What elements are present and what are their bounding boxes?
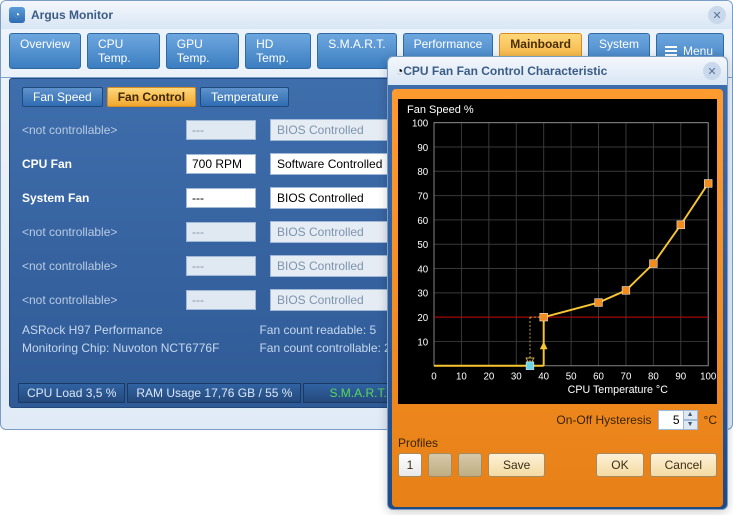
chart-svg: 10 20 30 40 50 60 70 80 90 100 0 10 20 30 40 50 60 70 80 90… bbox=[399, 100, 716, 403]
fan-label: CPU Fan bbox=[22, 157, 172, 171]
dialog-title: CPU Fan Fan Control Characteristic bbox=[403, 64, 607, 78]
svg-text:20: 20 bbox=[483, 371, 494, 382]
svg-text:60: 60 bbox=[417, 216, 428, 227]
app-icon: ◔ bbox=[9, 7, 25, 23]
spinner-down-icon[interactable]: ▼ bbox=[684, 420, 698, 430]
dialog-icon: ◔ bbox=[396, 64, 403, 78]
fan-curve-dialog: ◔ CPU Fan Fan Control Characteristic ✕ F… bbox=[387, 56, 728, 510]
fan-rpm: --- bbox=[186, 290, 256, 310]
fan-rpm: --- bbox=[186, 188, 256, 208]
tab-hd-temp-[interactable]: HD Temp. bbox=[245, 33, 311, 69]
fan-rpm: --- bbox=[186, 222, 256, 242]
svg-text:10: 10 bbox=[456, 371, 467, 382]
subtab-temperature[interactable]: Temperature bbox=[200, 87, 289, 107]
svg-text:80: 80 bbox=[648, 371, 659, 382]
fan-label: <not controllable> bbox=[22, 293, 172, 307]
status-cpu: CPU Load 3,5 % bbox=[18, 383, 125, 403]
fan-label: <not controllable> bbox=[22, 123, 172, 137]
svg-text:60: 60 bbox=[593, 371, 604, 382]
svg-text:20: 20 bbox=[417, 313, 428, 324]
fan-rpm: --- bbox=[186, 256, 256, 276]
board-info: ASRock H97 Performance bbox=[22, 323, 219, 337]
app-title: Argus Monitor bbox=[31, 8, 113, 22]
dialog-button-row: 1 Save OK Cancel bbox=[398, 453, 717, 477]
tab-overview[interactable]: Overview bbox=[9, 33, 81, 69]
svg-text:0: 0 bbox=[431, 371, 437, 382]
hysteresis-row: On-Off Hysteresis ▲ ▼ °C bbox=[398, 410, 717, 430]
dialog-close-icon[interactable]: ✕ bbox=[703, 62, 721, 80]
svg-text:40: 40 bbox=[538, 371, 549, 382]
fan-label: <not controllable> bbox=[22, 225, 172, 239]
svg-text:50: 50 bbox=[566, 371, 577, 382]
hysteresis-spinner[interactable]: ▲ ▼ bbox=[658, 410, 698, 430]
subtab-fan-control[interactable]: Fan Control bbox=[107, 87, 196, 107]
profile-3-button[interactable] bbox=[458, 453, 482, 477]
fan-label: System Fan bbox=[22, 191, 172, 205]
status-ram: RAM Usage 17,76 GB / 55 % bbox=[127, 383, 301, 403]
svg-text:40: 40 bbox=[417, 264, 428, 275]
chip-info: Monitoring Chip: Nuvoton NCT6776F bbox=[22, 341, 219, 355]
fan-label: <not controllable> bbox=[22, 259, 172, 273]
titlebar: ◔ Argus Monitor ✕ bbox=[1, 1, 732, 29]
hysteresis-unit: °C bbox=[704, 413, 717, 427]
spinner-up-icon[interactable]: ▲ bbox=[684, 410, 698, 420]
svg-text:CPU Temperature °C: CPU Temperature °C bbox=[568, 384, 669, 396]
close-icon[interactable]: ✕ bbox=[708, 6, 726, 24]
svg-text:100: 100 bbox=[700, 371, 716, 382]
svg-text:70: 70 bbox=[621, 371, 632, 382]
fan-readable: Fan count readable: 5 bbox=[259, 323, 390, 337]
profile-1-button[interactable]: 1 bbox=[398, 453, 422, 477]
fan-rpm: --- bbox=[186, 120, 256, 140]
cancel-button[interactable]: Cancel bbox=[650, 453, 717, 477]
chart-area[interactable]: Fan Speed % 1020304050607080901000102030… bbox=[398, 99, 717, 404]
hysteresis-input[interactable] bbox=[658, 410, 684, 430]
dialog-body: Fan Speed % 1020304050607080901000102030… bbox=[392, 89, 723, 507]
profile-2-button[interactable] bbox=[428, 453, 452, 477]
svg-text:90: 90 bbox=[675, 371, 686, 382]
svg-text:30: 30 bbox=[511, 371, 522, 382]
tab-gpu-temp-[interactable]: GPU Temp. bbox=[166, 33, 239, 69]
svg-text:50: 50 bbox=[417, 240, 428, 251]
svg-text:10: 10 bbox=[417, 337, 428, 348]
svg-text:30: 30 bbox=[417, 289, 428, 300]
fan-controllable: Fan count controllable: 2 bbox=[259, 341, 390, 355]
save-button[interactable]: Save bbox=[488, 453, 545, 477]
svg-text:80: 80 bbox=[417, 167, 428, 178]
hysteresis-label: On-Off Hysteresis bbox=[556, 413, 651, 427]
svg-text:70: 70 bbox=[417, 191, 428, 202]
ok-button[interactable]: OK bbox=[596, 453, 643, 477]
profiles-label: Profiles bbox=[398, 436, 717, 450]
fan-rpm: 700 RPM bbox=[186, 154, 256, 174]
tab-s-m-a-r-t-[interactable]: S.M.A.R.T. bbox=[317, 33, 396, 69]
svg-text:100: 100 bbox=[412, 119, 429, 130]
dialog-titlebar: ◔ CPU Fan Fan Control Characteristic ✕ bbox=[388, 57, 727, 85]
menu-icon bbox=[665, 46, 677, 56]
subtab-fan-speed[interactable]: Fan Speed bbox=[22, 87, 103, 107]
svg-text:90: 90 bbox=[417, 143, 428, 154]
tab-cpu-temp-[interactable]: CPU Temp. bbox=[87, 33, 160, 69]
